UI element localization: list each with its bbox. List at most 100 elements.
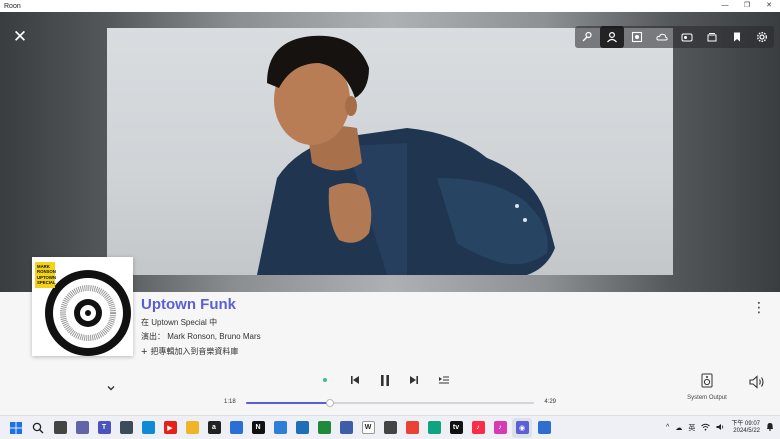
itunes-icon-glyph: ♪ (493, 421, 507, 434)
gear-icon[interactable] (750, 26, 774, 48)
apple-music-icon[interactable]: ♪ (468, 418, 488, 438)
seek-bar-handle[interactable] (325, 399, 334, 407)
album-link[interactable]: Uptown Special (151, 318, 207, 327)
wifi-icon[interactable] (701, 423, 711, 433)
amazon-icon[interactable]: a (204, 418, 224, 438)
clock-date: 2024/5/22 (733, 427, 760, 434)
word-list-icon[interactable] (292, 418, 312, 438)
taskbar-apps: T ▶ a N Wtv ♪ ♪ ◉ (6, 417, 554, 438)
mail-icon-glyph (229, 421, 243, 434)
folder-icon-glyph (185, 421, 199, 434)
youtube-icon[interactable]: ▶ (160, 418, 180, 438)
now-playing-backdrop: ✕ (0, 12, 780, 292)
artist-icon[interactable] (600, 26, 624, 48)
system-tray: ^ ☁ 英 下午 09:07 2024/5/22 (666, 421, 774, 435)
artists-link[interactable]: Mark Ronson, Bruno Mars (167, 332, 260, 341)
output-zone-button[interactable]: System Output (684, 373, 730, 401)
notification-bell-icon[interactable] (766, 422, 774, 433)
roon-icon-glyph: ◉ (515, 421, 529, 434)
bookmark-icon[interactable] (725, 26, 749, 48)
mail-icon[interactable] (226, 418, 246, 438)
next-track-button[interactable] (407, 375, 421, 385)
windows-taskbar: T ▶ a N Wtv ♪ ♪ ◉ ^ ☁ 英 下午 09:07 2024/5/22 (0, 415, 780, 439)
volume-icon[interactable] (748, 374, 766, 390)
clock[interactable]: 下午 09:07 2024/5/22 (731, 421, 760, 435)
svg-text:RONSON: RONSON (37, 269, 56, 274)
screen-icon[interactable] (534, 418, 554, 438)
transport-controls (318, 370, 452, 390)
task-view-icon-glyph (53, 421, 67, 434)
album-view-icon[interactable] (625, 26, 649, 48)
microphone-icon[interactable] (575, 26, 599, 48)
edge-icon[interactable] (138, 418, 158, 438)
chrome-icon[interactable] (402, 418, 422, 438)
wikipedia-icon-glyph: W (361, 421, 375, 434)
pause-button[interactable] (377, 374, 393, 387)
stack-icon[interactable] (700, 26, 724, 48)
chevron-down-icon[interactable] (105, 381, 117, 393)
close-window-button[interactable]: ✕ (758, 0, 780, 12)
netflix-icon-glyph: N (251, 421, 265, 434)
chrome-icon-glyph (405, 421, 419, 434)
more-options-button[interactable]: ⋮ (752, 300, 766, 314)
chatgpt-icon-glyph (383, 421, 397, 434)
green-app-icon[interactable] (314, 418, 334, 438)
album-art[interactable]: MARK RONSON UPTOWN SPECIAL (32, 257, 133, 356)
search-icon[interactable] (28, 418, 48, 438)
settings-app-icon[interactable] (270, 418, 290, 438)
appletv-icon[interactable]: tv (446, 418, 466, 438)
maps-icon[interactable] (424, 418, 444, 438)
plus-icon: + (141, 345, 148, 358)
minimize-button[interactable]: — (714, 0, 736, 12)
photos-icon[interactable] (336, 418, 356, 438)
queue-icon[interactable] (436, 375, 452, 385)
itunes-icon[interactable]: ♪ (490, 418, 510, 438)
album-line: 在 Uptown Special 中 (141, 317, 217, 328)
calculator-icon[interactable] (116, 418, 136, 438)
tray-overflow-chevron[interactable]: ^ (666, 424, 669, 431)
cloud-tray-icon[interactable]: ☁ (675, 424, 682, 432)
clock-time: 下午 09:07 (731, 420, 760, 427)
netflix-icon[interactable]: N (248, 418, 268, 438)
teams-icon-glyph: T (97, 421, 111, 434)
seek-bar[interactable] (246, 399, 534, 407)
radio-status-icon[interactable] (318, 378, 332, 382)
wikipedia-icon[interactable]: W (358, 418, 378, 438)
previous-track-button[interactable] (348, 375, 362, 385)
artists-prefix: 演出： (141, 332, 165, 341)
close-now-playing-button[interactable]: ✕ (12, 28, 28, 45)
start-icon-glyph (10, 421, 23, 434)
artist-photo (107, 28, 673, 275)
window-title: Roon (4, 2, 21, 10)
svg-text:SPECIAL: SPECIAL (37, 280, 56, 285)
add-to-library-button[interactable]: + 把專輯加入到音樂資料庫 (141, 346, 238, 357)
now-playing-toolbar (575, 26, 774, 48)
chatgpt-icon[interactable] (380, 418, 400, 438)
title-bar: Roon — ❐ ✕ (0, 0, 780, 12)
artist-line: 演出： Mark Ronson, Bruno Mars (141, 331, 261, 342)
folder-icon[interactable] (182, 418, 202, 438)
amazon-icon-glyph: a (207, 421, 221, 434)
chat-icon[interactable] (72, 418, 92, 438)
language-indicator[interactable]: 英 (688, 423, 695, 433)
roon-icon[interactable]: ◉ (512, 417, 532, 438)
apple-music-icon-glyph: ♪ (471, 421, 485, 434)
album-prefix: 在 (141, 318, 149, 327)
total-time: 4:29 (544, 399, 556, 405)
output-label: System Output (687, 395, 727, 401)
start-icon[interactable] (6, 418, 26, 438)
album-cover-image: MARK RONSON UPTOWN SPECIAL (32, 257, 133, 356)
settings-app-icon-glyph (273, 421, 287, 434)
track-title[interactable]: Uptown Funk (141, 296, 236, 313)
maximize-button[interactable]: ❐ (736, 0, 758, 12)
chat-icon-glyph (75, 421, 89, 434)
screen-icon-glyph (537, 421, 551, 434)
green-app-icon-glyph (317, 421, 331, 434)
task-view-icon[interactable] (50, 418, 70, 438)
add-to-library-label: 把專輯加入到音樂資料庫 (150, 347, 239, 356)
teams-icon[interactable]: T (94, 418, 114, 438)
appletv-icon-glyph: tv (449, 421, 463, 434)
speaker-tray-icon[interactable] (716, 423, 725, 433)
radio-icon[interactable] (675, 26, 699, 48)
cloud-icon[interactable] (650, 26, 674, 48)
